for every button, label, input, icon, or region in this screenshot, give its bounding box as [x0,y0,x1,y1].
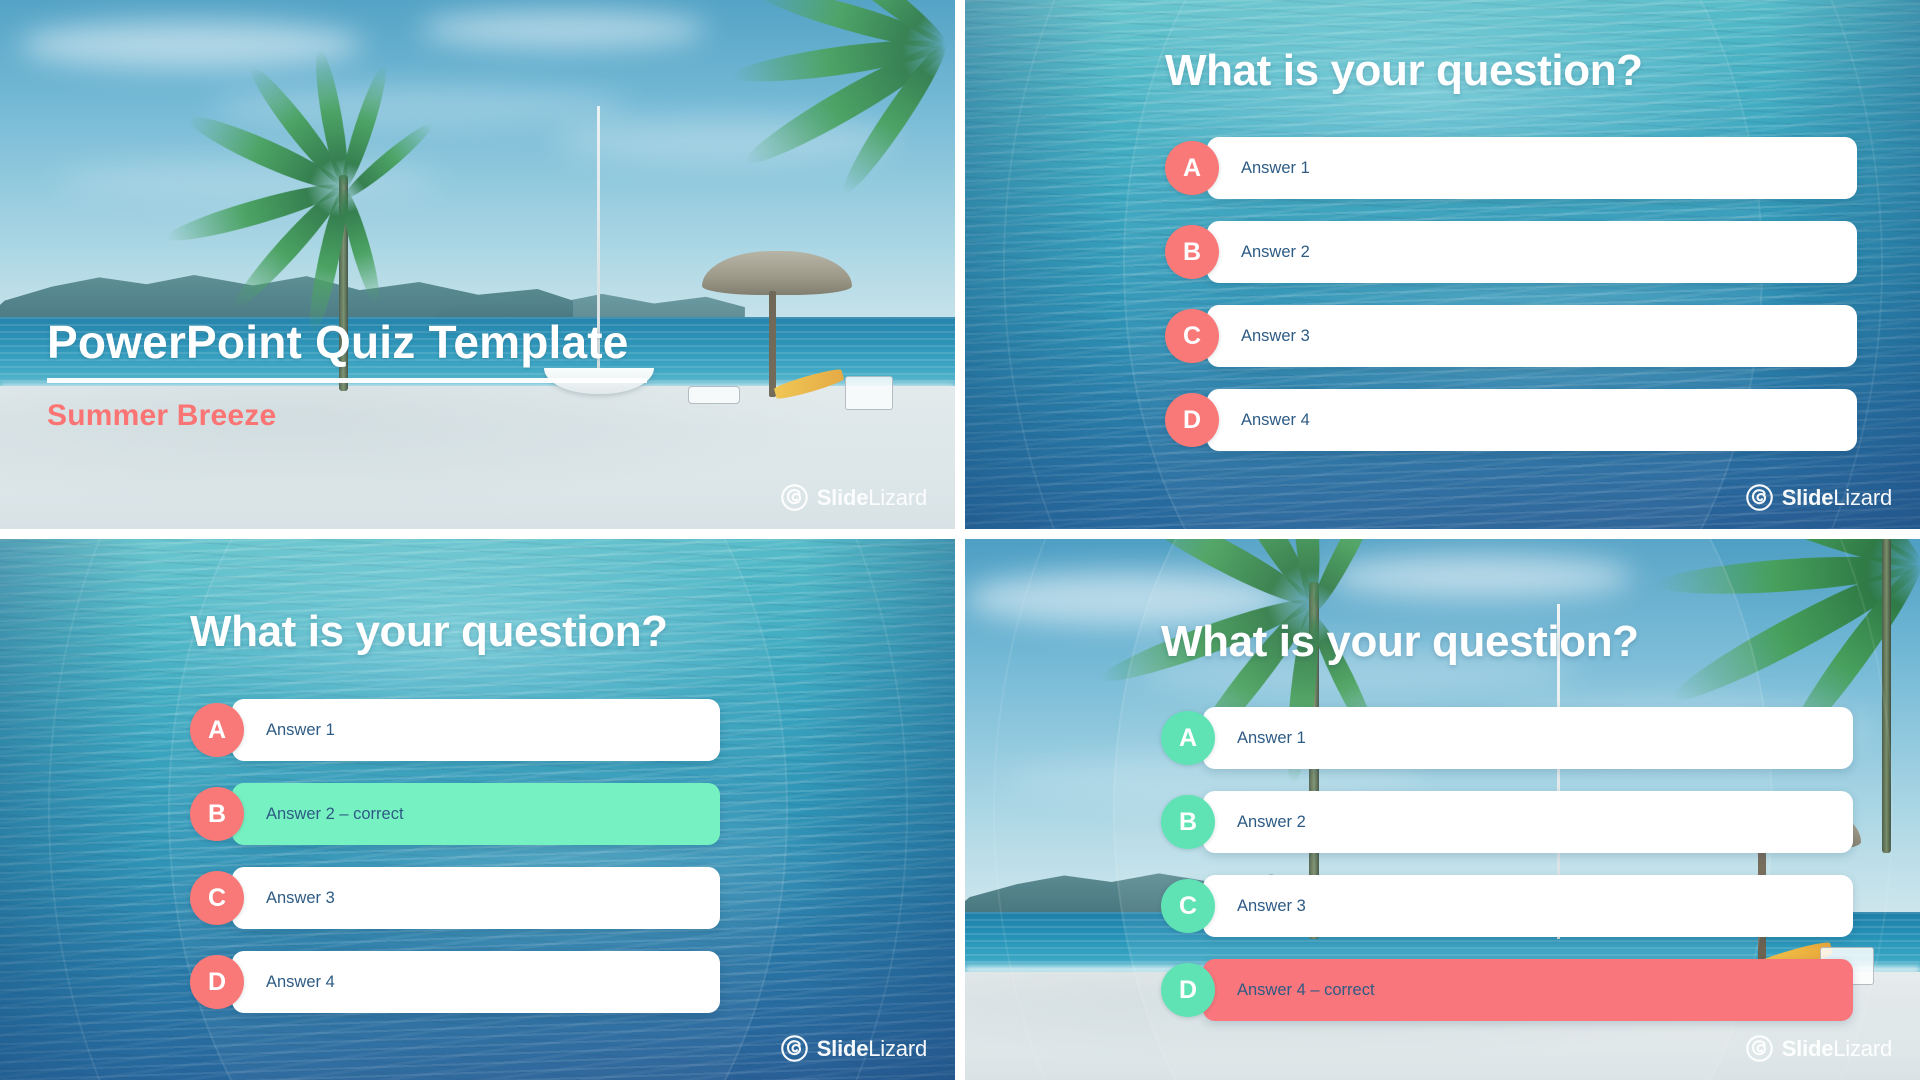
logo-lizard-text: Lizard [1833,1035,1892,1061]
answer-list: A Answer 1 B Answer 2 – correct C Answer… [190,699,720,1013]
logo-lizard-text: Lizard [868,484,927,510]
answer-row[interactable]: B Answer 2 [1165,221,1857,283]
quiz-content: What is your question? A Answer 1 B Answ… [0,539,955,1080]
answer-box-d[interactable]: Answer 4 – correct [1203,959,1853,1021]
answer-badge-a[interactable]: A [190,703,244,757]
logo-lizard-text: Lizard [868,1035,927,1061]
answer-row[interactable]: C Answer 3 [1161,875,1853,937]
answer-row[interactable]: D Answer 4 – correct [1161,959,1853,1021]
answer-badge-b[interactable]: B [190,787,244,841]
answer-box-a[interactable]: Answer 1 [1207,137,1857,199]
answer-row[interactable]: A Answer 1 [1165,137,1857,199]
answer-box-a[interactable]: Answer 1 [1203,707,1853,769]
slidelizard-logo[interactable]: SlideLizard [1745,484,1893,511]
answer-row[interactable]: B Answer 2 [1161,791,1853,853]
answer-badge-d[interactable]: D [190,955,244,1009]
answer-badge-c[interactable]: C [190,871,244,925]
answer-badge-c[interactable]: C [1161,879,1215,933]
answer-box-c[interactable]: Answer 3 [232,867,720,929]
slide-thumbnail-question-correct-d[interactable]: What is your question? A Answer 1 B Answ… [960,534,1920,1080]
answer-badge-d[interactable]: D [1165,393,1219,447]
slidelizard-logo[interactable]: SlideLizard [780,484,928,511]
title-divider [47,378,647,383]
logo-slide-text: Slide [816,1035,869,1061]
answer-row[interactable]: C Answer 3 [1165,305,1857,367]
quiz-content: What is your question? A Answer 1 B Answ… [965,539,1920,1080]
answer-badge-b[interactable]: B [1165,225,1219,279]
question-title: What is your question? [190,607,668,656]
answer-box-a[interactable]: Answer 1 [232,699,720,761]
answer-badge-d[interactable]: D [1161,963,1215,1017]
slide-thumbnail-question-plain[interactable]: What is your question? A Answer 1 B Answ… [960,0,1920,534]
answer-box-b[interactable]: Answer 2 – correct [232,783,720,845]
answer-box-c[interactable]: Answer 3 [1203,875,1853,937]
page-title: PowerPoint Quiz Template [47,315,629,368]
logo-lizard-text: Lizard [1833,484,1892,510]
answer-row[interactable]: D Answer 4 [190,951,720,1013]
answer-row[interactable]: A Answer 1 [190,699,720,761]
question-title: What is your question? [1161,617,1639,666]
slide-thumbnail-title[interactable]: PowerPoint Quiz Template Summer Breeze S… [0,0,960,534]
page-subtitle: Summer Breeze [47,399,277,432]
answer-badge-a[interactable]: A [1161,711,1215,765]
title-block: PowerPoint Quiz Template Summer Breeze [47,315,647,433]
slidelizard-logo[interactable]: SlideLizard [780,1035,928,1062]
spiral-icon [1745,484,1773,511]
logo-wordmark: SlideLizard [1781,484,1893,511]
spiral-icon [1745,1035,1773,1062]
answer-badge-b[interactable]: B [1161,795,1215,849]
slide-gallery: PowerPoint Quiz Template Summer Breeze S… [0,0,1920,1080]
slidelizard-logo[interactable]: SlideLizard [1745,1035,1893,1062]
answer-badge-a[interactable]: A [1165,141,1219,195]
answer-row[interactable]: D Answer 4 [1165,389,1857,451]
logo-slide-text: Slide [1781,1035,1834,1061]
answer-box-d[interactable]: Answer 4 [1207,389,1857,451]
answer-row[interactable]: A Answer 1 [1161,707,1853,769]
answer-box-b[interactable]: Answer 2 [1207,221,1857,283]
logo-slide-text: Slide [816,484,869,510]
spiral-icon [780,484,808,511]
logo-wordmark: SlideLizard [816,1035,928,1062]
answer-list: A Answer 1 B Answer 2 C Answer 3 D Answe… [1165,137,1857,451]
answer-box-d[interactable]: Answer 4 [232,951,720,1013]
answer-list: A Answer 1 B Answer 2 C Answer 3 D Answe… [1161,707,1853,1021]
answer-badge-c[interactable]: C [1165,309,1219,363]
logo-wordmark: SlideLizard [816,484,928,511]
answer-box-c[interactable]: Answer 3 [1207,305,1857,367]
slide-thumbnail-question-correct-b[interactable]: What is your question? A Answer 1 B Answ… [0,534,960,1080]
title-slide-background [0,0,955,529]
answer-box-b[interactable]: Answer 2 [1203,791,1853,853]
answer-row[interactable]: B Answer 2 – correct [190,783,720,845]
logo-wordmark: SlideLizard [1781,1035,1893,1062]
answer-row[interactable]: C Answer 3 [190,867,720,929]
spiral-icon [780,1035,808,1062]
logo-slide-text: Slide [1781,484,1834,510]
question-title: What is your question? [1165,46,1643,95]
quiz-content: What is your question? A Answer 1 B Answ… [965,0,1920,529]
